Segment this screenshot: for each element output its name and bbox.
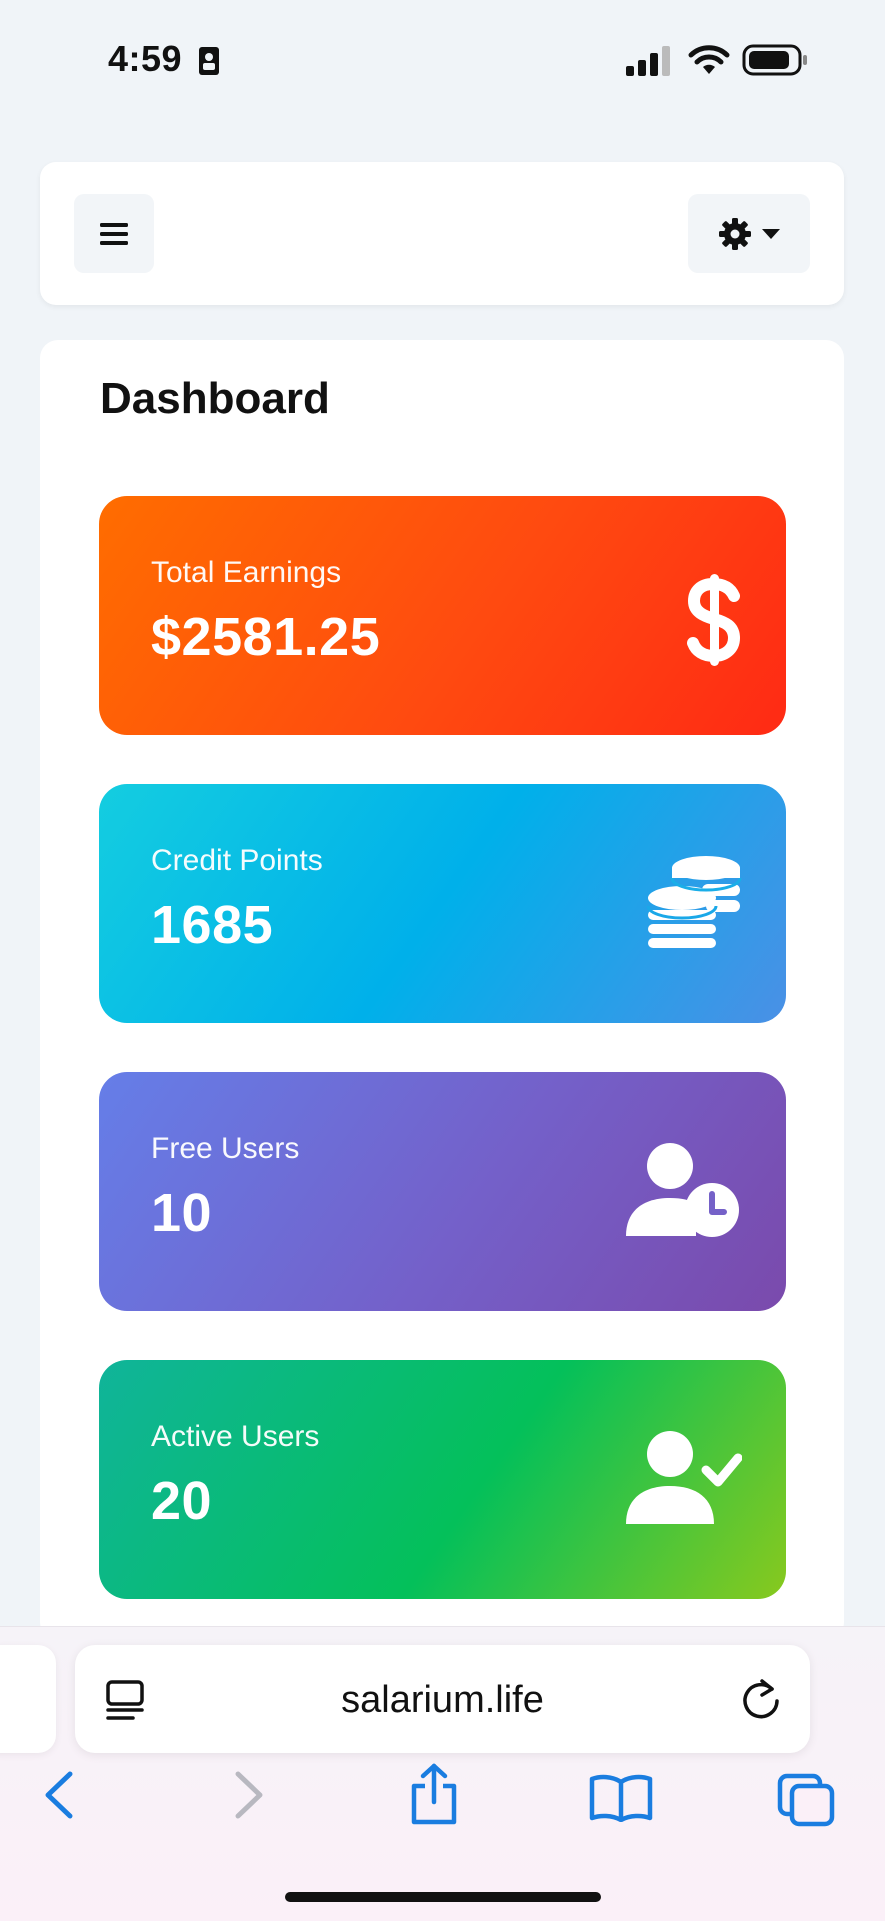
status-bar: 4:59 xyxy=(0,0,885,120)
top-navbar xyxy=(40,162,844,305)
stat-label: Free Users xyxy=(151,1132,300,1165)
wifi-icon xyxy=(688,45,730,74)
menu-button[interactable] xyxy=(74,194,154,273)
share-icon[interactable] xyxy=(408,1762,460,1826)
dollar-icon xyxy=(687,574,741,666)
bookmarks-icon[interactable] xyxy=(588,1774,654,1822)
back-arrow-icon[interactable] xyxy=(42,1770,74,1820)
hamburger-menu-icon xyxy=(100,222,128,245)
coins-icon xyxy=(646,856,742,948)
caret-down-icon xyxy=(762,228,780,239)
tabs-icon[interactable] xyxy=(776,1772,836,1828)
portrait-lock-icon xyxy=(199,47,219,75)
free-users-card[interactable]: Free Users 10 xyxy=(99,1072,786,1311)
active-users-card[interactable]: Active Users 20 xyxy=(99,1360,786,1599)
user-clock-icon xyxy=(626,1143,739,1237)
dashboard-panel: Dashboard Total Earnings $2581.25 Credit… xyxy=(40,340,844,1640)
stat-value: $2581.25 xyxy=(151,607,381,667)
stat-value: 1685 xyxy=(151,895,274,955)
stat-label: Credit Points xyxy=(151,844,323,877)
status-time: 4:59 xyxy=(108,38,183,79)
total-earnings-card[interactable]: Total Earnings $2581.25 xyxy=(99,496,786,735)
stat-value: 10 xyxy=(151,1183,213,1243)
credit-points-card[interactable]: Credit Points 1685 xyxy=(99,784,786,1023)
signal-icon xyxy=(626,46,670,76)
address-bar[interactable]: salarium.life xyxy=(75,1645,810,1753)
home-indicator xyxy=(285,1892,601,1902)
settings-dropdown-button[interactable] xyxy=(688,194,810,273)
stat-value: 20 xyxy=(151,1471,213,1531)
gear-icon xyxy=(719,217,751,250)
stat-label: Active Users xyxy=(151,1420,320,1453)
stat-label: Total Earnings xyxy=(151,556,342,589)
forward-arrow-icon[interactable] xyxy=(234,1770,266,1820)
reload-icon[interactable] xyxy=(742,1677,782,1721)
url-text: salarium.life xyxy=(341,1679,544,1721)
battery-icon xyxy=(742,44,807,76)
previous-tab-preview[interactable] xyxy=(0,1645,56,1753)
user-check-icon xyxy=(626,1431,742,1524)
page-title: Dashboard xyxy=(100,374,330,423)
